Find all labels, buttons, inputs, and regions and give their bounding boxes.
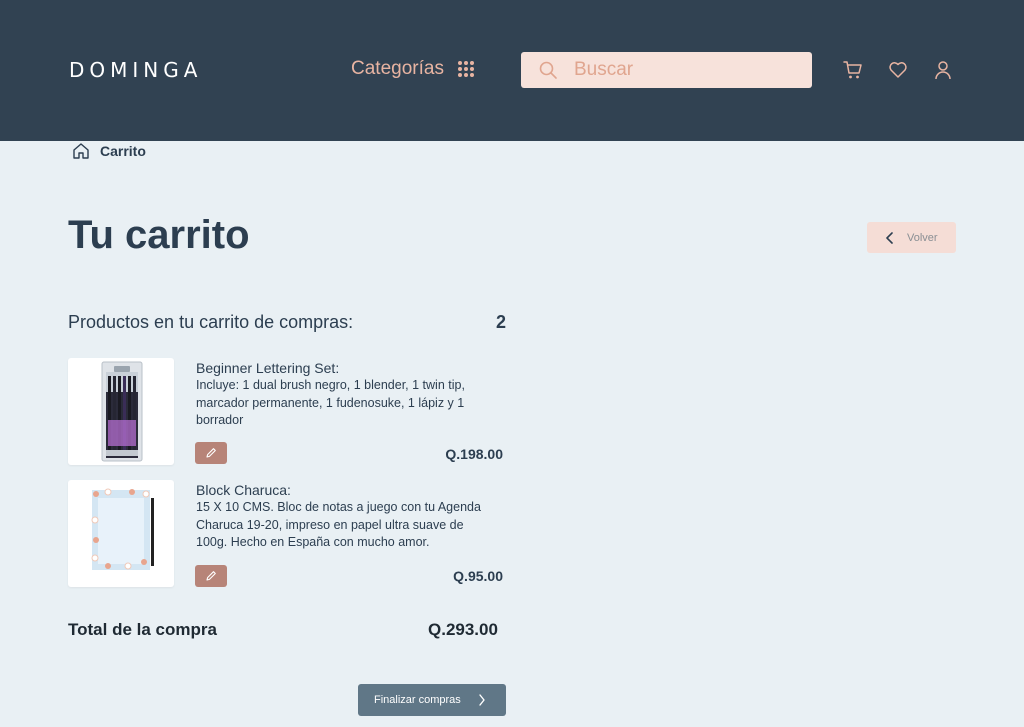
back-button[interactable]: Volver [867,222,956,253]
search-bar [521,52,812,88]
product-description: Incluye: 1 dual brush negro, 1 blender, … [196,378,465,427]
breadcrumb: Carrito [72,142,146,160]
pencil-icon [206,448,216,458]
grid-menu-icon [457,61,474,77]
categories-label: Categorías [351,58,444,79]
breadcrumb-current: Carrito [100,143,146,159]
product-image[interactable] [68,480,174,587]
cart-item: Beginner Lettering Set: Incluye: 1 dual … [68,358,506,466]
search-icon[interactable] [538,60,558,80]
product-name: Beginner Lettering Set: [196,360,340,376]
heart-icon[interactable] [888,60,908,80]
top-header: DOMINGA Categorías [0,0,1024,141]
total-label: Total de la compra [68,620,217,639]
search-input[interactable] [572,58,796,82]
user-icon[interactable] [933,60,953,80]
product-price: Q.198.00 [445,446,503,462]
edit-item-button[interactable] [195,442,227,464]
back-button-label: Volver [907,231,938,244]
cart-item: Block Charuca: 15 X 10 CMS. Bloc de nota… [68,480,506,588]
product-price: Q.95.00 [453,568,503,584]
lettering-set-image [101,361,143,462]
page-title: Tu carrito [68,213,250,257]
cart-section-title: Productos en tu carrito de compras: [68,312,354,332]
notepad-image [91,488,154,570]
pencil-icon [206,571,216,581]
total-value: Q.293.00 [428,620,498,639]
cart-icon[interactable] [843,60,863,80]
checkout-button-label: Finalizar compras [374,694,461,706]
chevron-right-icon [479,694,485,706]
cart-item-count: 2 [496,312,507,332]
home-icon[interactable] [72,142,90,160]
product-name: Block Charuca: [196,482,291,498]
brand-logo[interactable]: DOMINGA [69,58,202,82]
edit-item-button[interactable] [195,565,227,587]
product-image[interactable] [68,358,174,465]
categories-menu[interactable]: Categorías [351,58,474,80]
product-description: 15 X 10 CMS. Bloc de notas a juego con t… [196,500,481,549]
checkout-button[interactable]: Finalizar compras [358,684,506,716]
chevron-left-icon [886,231,893,244]
